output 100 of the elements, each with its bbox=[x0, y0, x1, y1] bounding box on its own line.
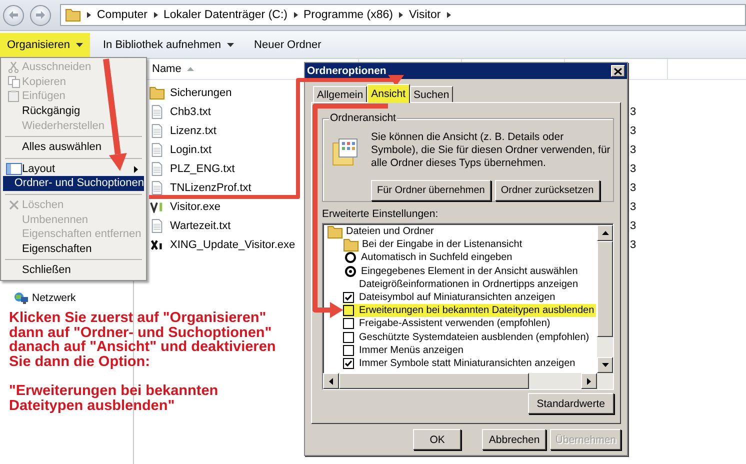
table-cell: 3 bbox=[630, 144, 636, 156]
tab[interactable]: Allgemein bbox=[313, 86, 368, 102]
option-label[interactable]: Dateisymbol auf Miniaturansichten anzeigen bbox=[359, 292, 556, 304]
description-text: Sie können die Ansicht (z. B. Details oder Symbole), die Sie für diesen Ordner verwenden, für alle Ordner dieses Typs übernehmen. bbox=[371, 131, 611, 170]
vertical-scrollbar[interactable] bbox=[597, 225, 613, 373]
table-cell: 3 bbox=[630, 162, 636, 174]
dialog-title: Ordneroptionen bbox=[307, 65, 386, 77]
delete-icon bbox=[8, 200, 18, 210]
file-name[interactable]: Login.txt bbox=[170, 144, 212, 156]
radio-button[interactable] bbox=[345, 252, 356, 264]
option-label[interactable]: Immer Menüs anzeigen bbox=[359, 344, 464, 356]
menu-item[interactable]: Schließen bbox=[3, 263, 144, 278]
radio-button[interactable] bbox=[345, 266, 356, 277]
chevron-icon bbox=[294, 12, 298, 18]
back-arrow-icon bbox=[8, 10, 19, 20]
file-name[interactable]: Sicherungen bbox=[170, 86, 232, 98]
folder-icon bbox=[149, 86, 165, 100]
clipboard-icon bbox=[8, 90, 19, 102]
breadcrumb[interactable]: Computer bbox=[97, 9, 148, 21]
document-icon bbox=[151, 180, 163, 194]
checkbox[interactable] bbox=[343, 318, 354, 330]
checkbox[interactable] bbox=[343, 292, 354, 304]
table-cell: 3 bbox=[630, 182, 636, 194]
file-name[interactable]: Chb3.txt bbox=[170, 106, 211, 118]
app-icon bbox=[149, 238, 165, 250]
tab[interactable]: Suchen bbox=[410, 86, 454, 102]
tree-label[interactable]: Dateien und Ordner bbox=[346, 226, 434, 238]
check-icon bbox=[345, 360, 352, 367]
document-icon bbox=[151, 104, 163, 118]
table-cell: 3 bbox=[630, 200, 636, 212]
breadcrumb[interactable]: Visitor bbox=[408, 9, 441, 21]
horizontal-scrollbar[interactable] bbox=[323, 373, 613, 389]
sort-icon bbox=[187, 67, 194, 71]
breadcrumb[interactable]: Lokaler Datenträger (C:) bbox=[164, 9, 288, 21]
dialog-button[interactable]: Abbrechen bbox=[482, 429, 546, 450]
tree-label[interactable]: Bei der Eingabe in der Listenansicht bbox=[362, 239, 522, 250]
caret-icon bbox=[227, 42, 234, 46]
table-cell: 3 bbox=[630, 106, 636, 118]
address-field[interactable]: Computer Lokaler Datenträger (C:) Programme (x86) Visitor bbox=[60, 4, 746, 26]
dialog-button[interactable]: Standardwerte bbox=[528, 393, 614, 414]
folder-icon bbox=[327, 224, 343, 239]
dialog-button[interactable]: Für Ordner übernehmen bbox=[371, 180, 491, 201]
file-name[interactable]: Lizenz.txt bbox=[170, 124, 216, 136]
scroll-left-icon bbox=[329, 378, 333, 384]
option-label[interactable]: Immer Symbole statt Miniaturansichten anzeigen bbox=[359, 358, 576, 369]
menu-item[interactable]: Alles auswählen bbox=[3, 140, 144, 155]
document-icon bbox=[151, 218, 163, 232]
back-button[interactable] bbox=[3, 4, 24, 26]
caret-icon bbox=[76, 42, 83, 46]
option-label[interactable]: Freigabe-Assistent verwenden (empfohlen) bbox=[359, 318, 550, 330]
file-name[interactable]: Wartezeit.txt bbox=[170, 220, 231, 232]
tab[interactable]: Ansicht bbox=[367, 84, 410, 103]
checkbox[interactable] bbox=[343, 332, 354, 343]
forward-button[interactable] bbox=[30, 4, 51, 26]
checkbox[interactable] bbox=[343, 305, 354, 316]
table-cell: 3 bbox=[630, 124, 636, 136]
instruction-text: "Erweiterungen bei bekannten Dateitypen ausblenden" bbox=[9, 384, 220, 414]
chevron-icon bbox=[398, 12, 403, 18]
option-label[interactable]: Eingegebenes Element in der Ansicht auswählen bbox=[361, 266, 578, 277]
check-icon bbox=[345, 294, 352, 302]
group-title: Ordneransicht bbox=[329, 112, 397, 124]
network-icon bbox=[14, 292, 28, 304]
menu-item[interactable]: Rückgängig bbox=[3, 104, 144, 118]
nav-item[interactable]: Netzwerk bbox=[14, 292, 76, 304]
checkbox[interactable] bbox=[343, 358, 354, 369]
chevron-icon bbox=[154, 12, 158, 18]
file-name[interactable]: Visitor.exe bbox=[170, 200, 221, 212]
scroll-up-icon bbox=[602, 231, 608, 235]
toolbar-button[interactable]: Organisieren bbox=[0, 32, 90, 56]
toolbar-button[interactable]: Neuer Ordner bbox=[247, 32, 328, 56]
option-label[interactable]: Dateigrößeinformationen in Ordnertipps anzeigen bbox=[359, 278, 578, 290]
file-name[interactable]: TNLizenzProf.txt bbox=[170, 182, 252, 194]
toolbar-button[interactable]: In Bibliothek aufnehmen bbox=[96, 32, 242, 56]
checkbox[interactable] bbox=[343, 344, 354, 356]
breadcrumb[interactable]: Programme (x86) bbox=[304, 9, 393, 21]
file-name[interactable]: PLZ_ENG.txt bbox=[170, 162, 235, 174]
column-header[interactable]: Name bbox=[148, 59, 198, 79]
scroll-down-icon bbox=[602, 363, 608, 367]
document-icon bbox=[151, 162, 163, 176]
menu-item[interactable]: Eigenschaften bbox=[3, 242, 144, 256]
option-label[interactable]: Automatisch in Suchfeld eingeben bbox=[361, 252, 512, 264]
copy-icon bbox=[8, 76, 20, 88]
option-label[interactable]: Geschützte Systemdateien ausblenden (empfohlen) bbox=[359, 332, 590, 343]
document-icon bbox=[151, 124, 163, 138]
instruction-text: Klicken Sie zuerst auf "Organisieren" dann auf "Ordner- und Suchoptionen" danach auf "Ansicht" und deaktivieren Sie dann die Option: bbox=[9, 311, 276, 370]
chevron-icon bbox=[87, 12, 91, 18]
submenu-arrow-icon bbox=[134, 166, 138, 173]
folder-icon bbox=[343, 238, 359, 252]
table-cell: 3 bbox=[630, 238, 636, 250]
folder-icon bbox=[65, 8, 81, 22]
file-name[interactable]: XING_Update_Visitor.exe bbox=[170, 238, 296, 250]
app-icon bbox=[149, 200, 165, 212]
close-button[interactable] bbox=[611, 65, 625, 77]
scroll-right-icon bbox=[587, 378, 591, 384]
chevron-icon bbox=[446, 12, 451, 18]
close-icon bbox=[614, 68, 622, 74]
menu-item[interactable]: Ordner- und Suchoptionen bbox=[3, 176, 144, 191]
dialog-button[interactable]: OK bbox=[413, 429, 462, 450]
option-label[interactable]: Erweiterungen bei bekannten Dateitypen ausblenden bbox=[359, 305, 594, 316]
dialog-button[interactable]: Ordner zurücksetzen bbox=[494, 180, 600, 201]
